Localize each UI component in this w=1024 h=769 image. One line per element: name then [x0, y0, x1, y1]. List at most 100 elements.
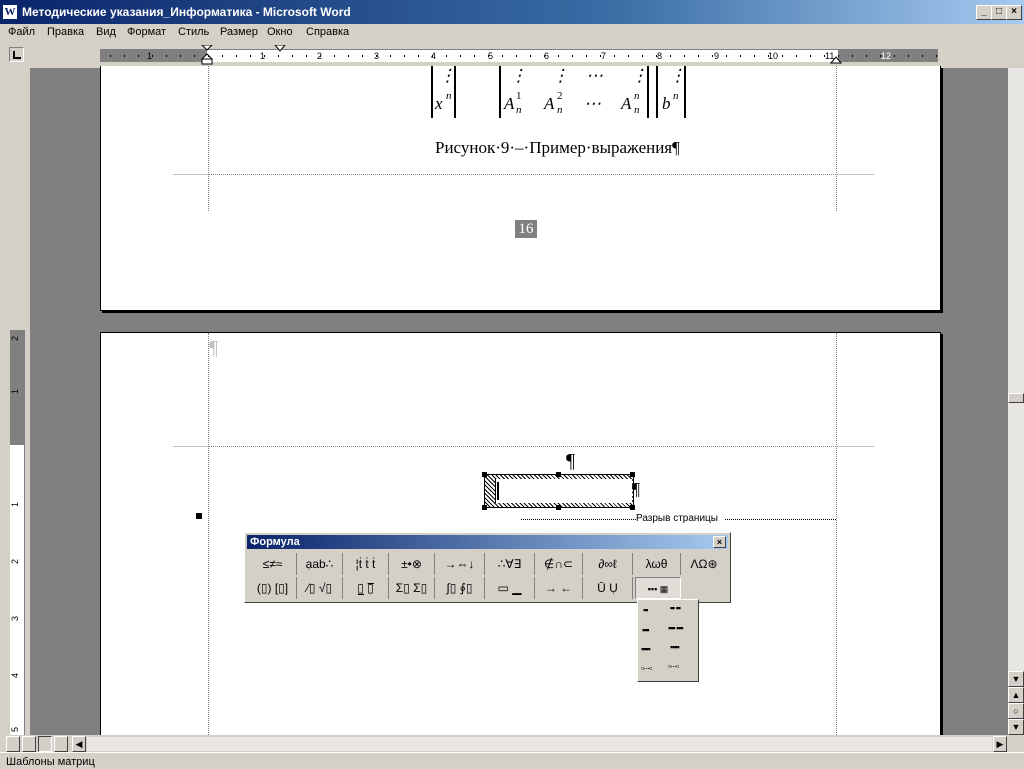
operators-palette-button[interactable]: ±•⊗ [389, 553, 435, 575]
matrix-template-button[interactable]: ▪▪▪ ▦ [635, 577, 681, 599]
menu-edit[interactable]: Правка [47, 26, 84, 38]
menu-style[interactable]: Стиль [178, 26, 209, 38]
logic-palette-button[interactable]: ∴∀∃ [485, 553, 535, 575]
print-layout-button[interactable] [38, 736, 52, 752]
select-browse-object-button[interactable]: ○ [1008, 703, 1024, 719]
web-view-button[interactable] [22, 736, 36, 752]
ruler-number: 8 [657, 51, 663, 61]
rhs-superscript: n [673, 90, 679, 102]
labeled-arrow-template-button[interactable]: → ← [535, 577, 583, 599]
close-button[interactable]: × [1006, 5, 1022, 20]
close-icon[interactable]: × [713, 536, 726, 548]
matrix-element: A [544, 94, 555, 113]
ruler-tick [824, 55, 825, 57]
menu-format[interactable]: Формат [127, 26, 166, 38]
spaces-ellipses-palette-button[interactable]: ạab∴ [297, 553, 343, 575]
resize-handle[interactable] [482, 472, 487, 477]
matrix-template-item[interactable]: ▪▪▪ [642, 626, 650, 635]
first-line-indent-icon[interactable] [274, 45, 286, 53]
scroll-down-button[interactable]: ▼ [1008, 671, 1024, 687]
ruler-tick [474, 55, 475, 57]
resize-handle[interactable] [556, 505, 561, 510]
maximize-button[interactable]: □ [991, 5, 1007, 20]
scroll-thumb[interactable] [1008, 393, 1024, 403]
menu-window[interactable]: Окно [267, 26, 293, 38]
status-bar: Шаблоны матриц [0, 752, 1024, 769]
ruler-tick [320, 55, 321, 57]
ruler-tick [670, 55, 671, 57]
ruler-tick [250, 55, 251, 57]
matrix-vdots: ⋮ [510, 66, 527, 85]
relations-palette-button[interactable]: ≤≠≈ [249, 553, 297, 575]
matrix-superscript: n [634, 90, 640, 102]
equation-object[interactable] [482, 472, 635, 510]
header-boundary [208, 446, 836, 447]
ruler-tick [656, 55, 657, 57]
matrix-template-item[interactable]: ▪▪ [643, 606, 648, 615]
vertical-scrollbar[interactable]: ▼ ▲ ○ ▼ [1008, 68, 1024, 735]
page-number-field[interactable]: 16 [515, 220, 537, 238]
fraction-radical-template-button[interactable]: ⁄▯ √▯ [297, 577, 343, 599]
matrix-template-item[interactable]: ▪▪▪▪ [670, 643, 680, 652]
matrix-vdots: ⋮ [631, 66, 648, 85]
menu-file[interactable]: Файл [8, 26, 35, 38]
matrix-template-item[interactable]: ▪▪▪ ▪▪▪ [668, 624, 684, 633]
matrix-templates-menu[interactable]: ▪▪ ▪▪ ▪▪ ▪▪▪ ▪▪▪ ▪▪▪ ▪▪▪▪ ▪▪▪▪ ▫···▫ ▫··… [637, 599, 699, 682]
resize-handle[interactable] [482, 505, 487, 510]
greek-uppercase-palette-button[interactable]: ΛΩ⊛ [681, 553, 727, 575]
ruler-tick [558, 55, 559, 57]
vertical-ruler[interactable]: 2 1 1 2 3 4 5 [10, 330, 25, 735]
ruler-tick [894, 55, 895, 57]
matrix-template-item[interactable]: ▫···▫ [641, 664, 652, 673]
embellishments-palette-button[interactable]: ¦ṫ ṫ ṫ [343, 553, 389, 575]
horizontal-scroll-track[interactable] [87, 737, 992, 751]
next-page-button[interactable]: ▼ [1008, 719, 1024, 735]
indent-marker-icon[interactable] [201, 45, 213, 67]
equation-edit-area[interactable] [495, 479, 632, 503]
matrix-bracket [499, 66, 501, 118]
vruler-number: 2 [10, 335, 21, 342]
underbar-overbar-template-button[interactable]: ▭ ▁ [485, 577, 535, 599]
products-template-button[interactable]: Ū Ụ [583, 577, 633, 599]
arrows-palette-button[interactable]: →⇔↓ [435, 553, 485, 575]
document-page-16[interactable]: ⋮ x n ⋮ ⋮ ⋯ ⋮ ⋮ A 1 n A 2 n ⋯ A n n b n … [100, 66, 941, 311]
ruler-tick [908, 55, 909, 57]
matrix-template-item[interactable]: ▪▪▪▪ [641, 645, 651, 654]
normal-view-button[interactable] [6, 736, 20, 752]
word-app-icon[interactable]: W [3, 5, 17, 19]
ruler-tick [236, 55, 237, 57]
ruler-tick [754, 55, 755, 57]
ruler-tick [432, 55, 433, 57]
menu-view[interactable]: Вид [96, 26, 116, 38]
ruler-number: 7 [601, 51, 607, 61]
resize-handle[interactable] [630, 505, 635, 510]
horizontal-ruler[interactable]: 1 1 2 3 4 5 6 7 8 9 10 11 12 [100, 45, 938, 65]
set-theory-palette-button[interactable]: ∉∩⊂ [535, 553, 583, 575]
matrix-template-item[interactable]: ▫···▫ [668, 662, 679, 671]
fences-template-button[interactable]: (▯) [▯] [249, 577, 297, 599]
ruler-tick [712, 55, 713, 57]
scroll-left-button[interactable]: ◀ [72, 736, 86, 752]
resize-handle[interactable] [630, 472, 635, 477]
previous-page-button[interactable]: ▲ [1008, 687, 1024, 703]
minimize-button[interactable]: _ [976, 5, 992, 20]
scroll-right-button[interactable]: ▶ [993, 736, 1007, 752]
subscript-superscript-template-button[interactable]: ▯̲ ▯̅ [343, 577, 389, 599]
figure-caption[interactable]: Рисунок·9·–·Пример·выражения¶ [435, 138, 680, 158]
integral-template-button[interactable]: ∫▯ ∮▯ [435, 577, 485, 599]
formula-toolbar[interactable]: Формула × ≤≠≈ ạab∴ ¦ṫ ṫ ṫ ±•⊗ →⇔↓ ∴∀∃ ∉∩… [244, 532, 731, 603]
matrix-template-item[interactable]: ▪▪ ▪▪ [668, 604, 682, 613]
menu-help[interactable]: Справка [306, 26, 349, 38]
misc-symbols-palette-button[interactable]: ∂∞ℓ [583, 553, 633, 575]
resize-handle[interactable] [556, 472, 561, 477]
tab-selector-button[interactable] [9, 47, 24, 62]
formula-toolbar-title[interactable]: Формула × [247, 535, 728, 549]
summation-template-button[interactable]: Σ▯ Σ▯ [389, 577, 435, 599]
outline-view-button[interactable] [54, 736, 68, 752]
right-indent-icon[interactable] [830, 54, 842, 64]
menu-size[interactable]: Размер [220, 26, 258, 38]
ruler-tick [600, 55, 601, 57]
ruler-tick [152, 55, 153, 57]
vruler-number: 5 [10, 726, 21, 733]
greek-lowercase-palette-button[interactable]: λωθ [633, 553, 681, 575]
